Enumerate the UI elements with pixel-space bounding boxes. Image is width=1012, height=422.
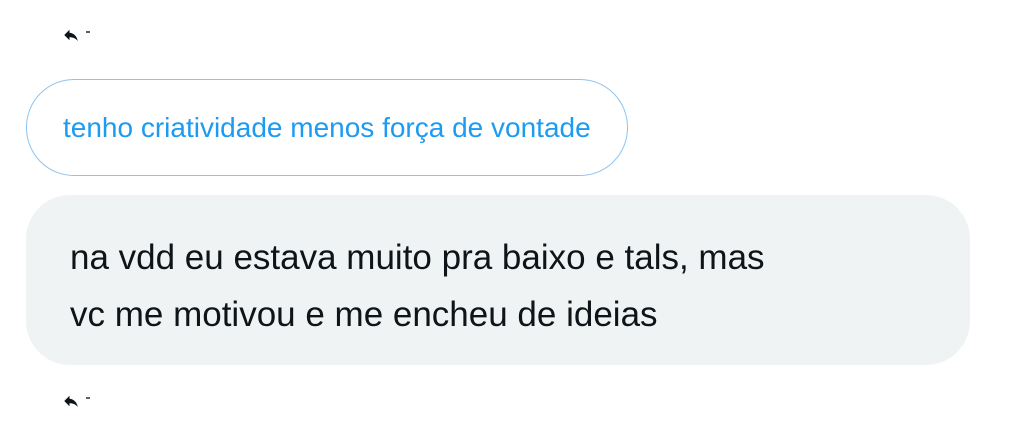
message-bubble[interactable]: na vdd eu estava muito pra baixo e tals,… <box>26 195 970 365</box>
reply-icon <box>64 29 78 41</box>
message-line: vc me motivou e me encheu de ideias <box>70 295 658 334</box>
quoted-message[interactable]: tenho criatividade menos força de vontad… <box>26 79 628 176</box>
message-line: na vdd eu estava muito pra baixo e tals,… <box>70 238 765 277</box>
reply-dash <box>86 31 90 33</box>
reply-icon <box>64 395 78 407</box>
reply-indicator-top[interactable] <box>62 26 90 44</box>
quoted-message-text: tenho criatividade menos força de vontad… <box>63 111 591 143</box>
reply-dash <box>86 397 90 399</box>
reply-indicator-bottom[interactable] <box>62 392 90 410</box>
dm-conversation: tenho criatividade menos força de vontad… <box>0 0 1012 422</box>
